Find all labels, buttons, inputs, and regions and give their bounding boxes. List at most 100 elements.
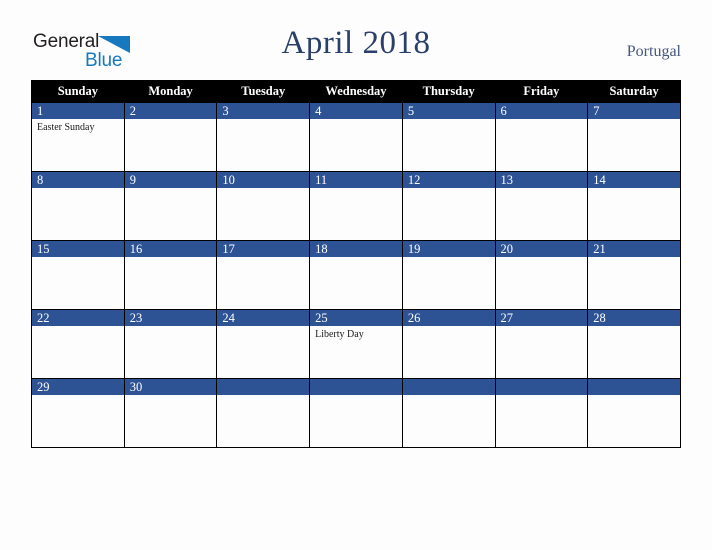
day-number — [310, 379, 402, 395]
day-events — [125, 395, 217, 398]
day-number — [588, 379, 680, 395]
day-events — [310, 257, 402, 260]
calendar-day-cell[interactable]: 9 — [123, 171, 218, 241]
calendar-day-cell[interactable]: 1 Easter Sunday — [31, 102, 125, 172]
day-number: 14 — [588, 172, 680, 188]
page-title: April 2018 — [281, 25, 431, 61]
day-events — [496, 188, 588, 191]
day-events — [32, 257, 124, 260]
calendar-week-row: 1 Easter Sunday 2 3 4 5 6 7 — [31, 102, 681, 172]
day-number: 24 — [217, 310, 310, 326]
day-number: 16 — [124, 241, 217, 257]
calendar-empty-cell[interactable] — [587, 378, 681, 448]
day-number: 22 — [32, 310, 124, 326]
calendar-day-cell[interactable]: 27 — [494, 309, 589, 379]
calendar-day-cell[interactable]: 11 — [309, 171, 403, 241]
page-header: General Blue April 2018 Portugal — [0, 0, 712, 80]
calendar-day-cell[interactable]: 25 Liberty Day — [309, 309, 403, 379]
day-number: 30 — [124, 379, 217, 395]
calendar-week-row: 15 16 17 18 19 20 21 — [31, 240, 681, 310]
day-number: 27 — [495, 310, 588, 326]
calendar-day-cell[interactable]: 18 — [309, 240, 403, 310]
day-events — [217, 326, 309, 329]
calendar-day-cell[interactable]: 23 — [123, 309, 218, 379]
day-events — [125, 188, 217, 191]
calendar-day-cell[interactable]: 6 — [494, 102, 589, 172]
day-number: 28 — [588, 310, 680, 326]
calendar-empty-cell[interactable] — [216, 378, 311, 448]
calendar-day-cell[interactable]: 15 — [31, 240, 125, 310]
day-events — [496, 326, 588, 329]
calendar-header-row: Sunday Monday Tuesday Wednesday Thursday Frid… — [31, 80, 681, 103]
day-events — [496, 119, 588, 122]
weekday-header-monday: Monday — [123, 80, 218, 103]
calendar-day-cell[interactable]: 4 — [309, 102, 403, 172]
day-number: 5 — [402, 103, 495, 119]
calendar-day-cell[interactable]: 26 — [401, 309, 496, 379]
calendar-day-cell[interactable]: 30 — [123, 378, 218, 448]
day-events — [403, 326, 495, 329]
day-events — [217, 188, 309, 191]
day-events — [217, 119, 309, 122]
calendar-body: 1 Easter Sunday 2 3 4 5 6 7 8 9 10 11 12 13 14 15 16 17 18… — [31, 102, 681, 448]
day-events — [588, 188, 680, 191]
day-events — [403, 257, 495, 260]
calendar-day-cell[interactable]: 14 — [587, 171, 681, 241]
calendar-empty-cell[interactable] — [401, 378, 496, 448]
calendar-empty-cell[interactable] — [309, 378, 403, 448]
day-events — [310, 119, 402, 122]
day-events — [125, 326, 217, 329]
calendar-day-cell[interactable]: 20 — [494, 240, 589, 310]
day-number: 25 — [310, 310, 402, 326]
calendar-day-cell[interactable]: 21 — [587, 240, 681, 310]
day-number: 29 — [32, 379, 124, 395]
calendar-grid: Sunday Monday Tuesday Wednesday Thursday Frid… — [31, 80, 681, 448]
day-number: 8 — [32, 172, 124, 188]
calendar-day-cell[interactable]: 10 — [216, 171, 311, 241]
calendar-week-row: 8 9 10 11 12 13 14 — [31, 171, 681, 241]
day-number: 13 — [495, 172, 588, 188]
day-number: 23 — [124, 310, 217, 326]
day-events: Liberty Day — [310, 326, 402, 341]
calendar-day-cell[interactable]: 28 — [587, 309, 681, 379]
day-events — [32, 395, 124, 398]
day-number: 3 — [217, 103, 310, 119]
weekday-header-tuesday: Tuesday — [216, 80, 311, 103]
calendar-day-cell[interactable]: 5 — [401, 102, 496, 172]
calendar-day-cell[interactable]: 24 — [216, 309, 311, 379]
day-events — [125, 257, 217, 260]
day-number: 19 — [402, 241, 495, 257]
calendar-day-cell[interactable]: 29 — [31, 378, 125, 448]
day-events — [403, 395, 495, 398]
calendar-day-cell[interactable]: 13 — [494, 171, 589, 241]
day-number: 7 — [588, 103, 680, 119]
day-events — [310, 188, 402, 191]
day-number: 11 — [310, 172, 402, 188]
day-events — [496, 257, 588, 260]
calendar-day-cell[interactable]: 2 — [123, 102, 218, 172]
day-events — [125, 119, 217, 122]
calendar-day-cell[interactable]: 7 — [587, 102, 681, 172]
calendar-day-cell[interactable]: 19 — [401, 240, 496, 310]
calendar-day-cell[interactable]: 3 — [216, 102, 311, 172]
calendar-day-cell[interactable]: 17 — [216, 240, 311, 310]
calendar-day-cell[interactable]: 12 — [401, 171, 496, 241]
day-number: 17 — [217, 241, 310, 257]
calendar-day-cell[interactable]: 16 — [123, 240, 218, 310]
calendar-empty-cell[interactable] — [494, 378, 589, 448]
weekday-header-sunday: Sunday — [31, 80, 125, 103]
day-events — [310, 395, 402, 398]
day-events — [588, 395, 680, 398]
calendar-week-row: 29 30 — [31, 378, 681, 448]
day-number: 12 — [402, 172, 495, 188]
calendar-day-cell[interactable]: 8 — [31, 171, 125, 241]
day-events — [496, 395, 588, 398]
calendar-page: General Blue April 2018 Portugal Sunday M… — [0, 0, 712, 550]
day-events — [588, 326, 680, 329]
weekday-header-friday: Friday — [494, 80, 589, 103]
weekday-header-row: Sunday Monday Tuesday Wednesday Thursday Frid… — [31, 80, 681, 103]
day-number — [402, 379, 495, 395]
day-events — [588, 119, 680, 122]
day-number — [495, 379, 588, 395]
calendar-day-cell[interactable]: 22 — [31, 309, 125, 379]
